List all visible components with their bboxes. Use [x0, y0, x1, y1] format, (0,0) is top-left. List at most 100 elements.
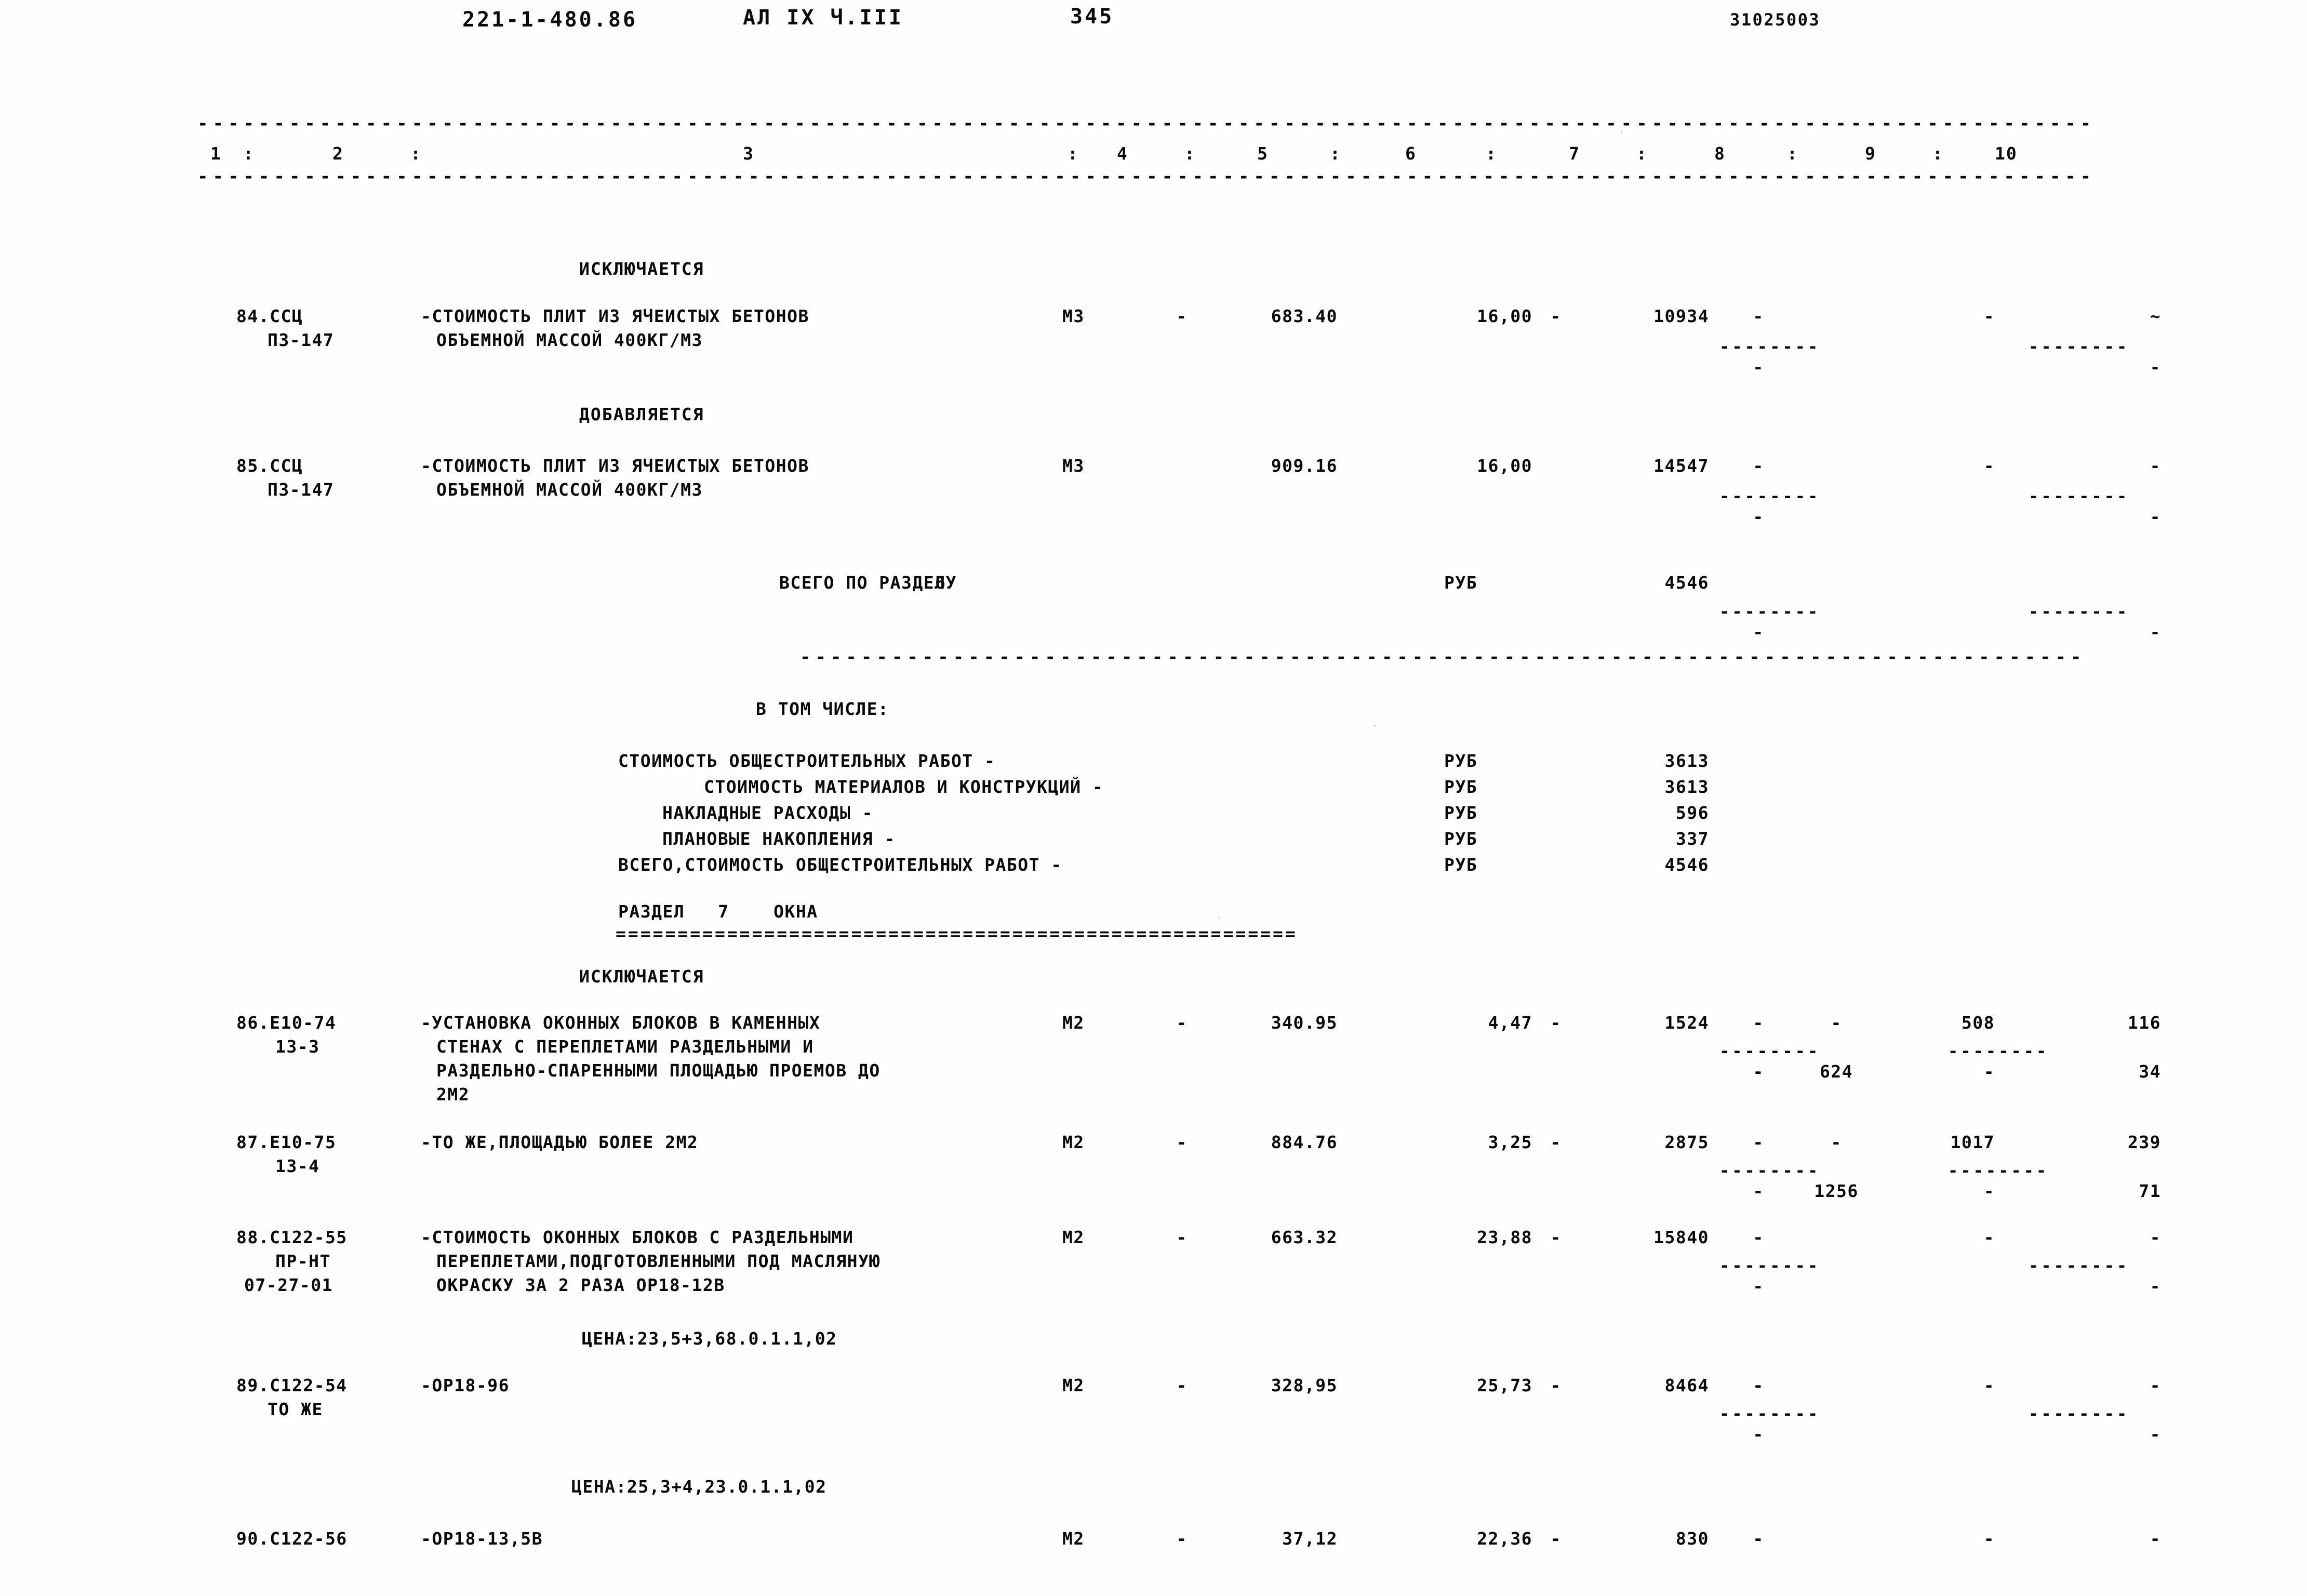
row-c8a2-85: - [1753, 507, 1764, 527]
row-c9-90: - [1983, 1528, 1995, 1549]
row-desc-86-l4: 2М2 [436, 1084, 470, 1105]
row-c5-87: 884.76 [1271, 1132, 1338, 1152]
row-desc-87-l1: -ТО ЖЕ,ПЛОЩАДЬЮ БОЛЕЕ 2М2 [421, 1132, 699, 1152]
column-sep-1: : [243, 143, 255, 164]
row-desc-86-l2: СТЕНАХ С ПЕРЕПЛЕТАМИ РАЗДЕЛЬНЫМИ И [436, 1036, 814, 1057]
row-c7-90: 830 [1675, 1528, 1709, 1549]
row-unit-89: М2 [1062, 1375, 1085, 1395]
row-c8a-89: - [1753, 1375, 1764, 1395]
column-header-7: 7 [1569, 143, 1580, 164]
column-header-6: 6 [1405, 143, 1417, 164]
row-code-90: 90.С122-56 [236, 1528, 348, 1549]
column-sep-9: : [1932, 143, 1944, 164]
breakdown-unit-2: РУБ [1444, 803, 1478, 823]
row-underline-10-86: -------- [1948, 1041, 2049, 1061]
row-c7-88: 15840 [1653, 1227, 1709, 1247]
album-label: АЛ IX Ч.III [743, 6, 903, 30]
breakdown-label-1: СТОИМОСТЬ МАТЕРИАЛОВ И КОНСТРУКЦИЙ - [704, 777, 1104, 797]
row-c10-89: - [2150, 1375, 2161, 1395]
breakdown-value-2: 596 [1675, 803, 1709, 823]
scan-speck [1621, 131, 1622, 133]
total-value: 4546 [1664, 573, 1709, 593]
row-c8a-84: - [1753, 306, 1764, 326]
row-underline-10-88: -------- [2029, 1256, 2130, 1275]
scan-speck [1374, 725, 1376, 726]
row-c8a2-86: - [1753, 1061, 1764, 1082]
row-c9-89: - [1983, 1375, 1995, 1395]
row-c10-84: ~ [2150, 306, 2161, 326]
row-price-note-89: ЦЕНА:25,3+4,23.0.1.1,02 [571, 1477, 827, 1497]
row-c102-88: - [2150, 1276, 2161, 1296]
row-c6-87: 3,25 [1488, 1132, 1532, 1152]
row-code2-84: ПЗ-147 [268, 330, 335, 350]
row-desc-85-l1: -СТОИМОСТЬ ПЛИТ ИЗ ЯЧЕИСТЫХ БЕТОНОВ [421, 456, 809, 476]
row-unit-86: М2 [1062, 1013, 1085, 1033]
row-c6dash-87: - [1550, 1132, 1562, 1152]
row-c102-85: - [2150, 507, 2161, 527]
row-c8a-86: - [1753, 1013, 1764, 1033]
row-c5-84: 683.40 [1271, 306, 1338, 326]
total-section-number: 6 [935, 573, 946, 593]
row-underline-10-84: -------- [2029, 337, 2130, 356]
row-c7-84: 10934 [1653, 306, 1709, 326]
row-c4-90: - [1176, 1528, 1188, 1549]
row-desc-84-l1: -СТОИМОСТЬ ПЛИТ ИЗ ЯЧЕИСТЫХ БЕТОНОВ [421, 306, 809, 326]
document-code: 221-1-480.86 [462, 8, 637, 32]
row-underline-8-89: -------- [1719, 1404, 1821, 1424]
row-desc-89-l1: -ОР18-96 [421, 1375, 510, 1395]
row-c102-86: 34 [2139, 1061, 2161, 1082]
row-c8a2-87: - [1753, 1181, 1764, 1201]
table-top-rule: ----------------------------------------… [197, 113, 2088, 134]
column-header-9: 9 [1865, 143, 1876, 164]
row-code2-88: ПР-НТ [275, 1251, 331, 1271]
row-desc-88-l2: ПЕРЕПЛЕТАМИ,ПОДГОТОВЛЕННЫМИ ПОД МАСЛЯНУЮ [436, 1251, 881, 1271]
breakdown-label-2: НАКЛАДНЫЕ РАСХОДЫ - [662, 803, 873, 823]
total-label: ВСЕГО ПО РАЗДЕЛУ [779, 573, 957, 593]
document-right-code: 31025003 [1730, 10, 1821, 30]
row-desc-88-l1: -СТОИМОСТЬ ОКОННЫХ БЛОКОВ С РАЗДЕЛЬНЫМИ [421, 1227, 854, 1247]
row-c8a-85: - [1753, 456, 1764, 476]
section-7-rule: ========================================… [616, 924, 1298, 944]
row-c8a2-88: - [1753, 1276, 1764, 1296]
row-underline-8-86: -------- [1719, 1041, 1821, 1061]
breakdown-label-0: СТОИМОСТЬ ОБЩЕСТРОИТЕЛЬНЫХ РАБОТ - [618, 751, 996, 771]
row-underline-10-89: -------- [2029, 1404, 2130, 1424]
scan-speck [1218, 917, 1220, 919]
row-c92-87: - [1983, 1181, 1995, 1201]
row-underline-8-85: -------- [1719, 486, 1821, 506]
row-code2-87: 13-4 [275, 1156, 320, 1176]
row-c8a2-89: - [1753, 1424, 1764, 1444]
row-unit-84: М3 [1062, 306, 1085, 326]
row-c6-88: 23,88 [1477, 1227, 1532, 1247]
row-c6dash-89: - [1550, 1375, 1562, 1395]
row-c9-85: - [1983, 456, 1995, 476]
row-desc-85-l2: ОБЪЕМНОЙ МАССОЙ 400КГ/М3 [436, 480, 703, 500]
row-c9-86: 508 [1961, 1013, 1995, 1033]
breakdown-unit-1: РУБ [1444, 777, 1478, 797]
row-c8b-86: - [1831, 1013, 1842, 1033]
column-sep-7: : [1636, 143, 1648, 164]
row-unit-90: М2 [1062, 1528, 1085, 1549]
row-desc-84-l2: ОБЪЕМНОЙ МАССОЙ 400КГ/М3 [436, 330, 703, 350]
row-c5-86: 340.95 [1271, 1013, 1338, 1033]
row-underline-8-88: -------- [1719, 1256, 1821, 1275]
row-c6dash-84: - [1550, 306, 1562, 326]
column-header-4: 4 [1117, 143, 1128, 164]
row-c8b2-87: 1256 [1814, 1181, 1859, 1201]
column-sep-3: : [1068, 143, 1079, 164]
row-code-84: 84.ССЦ [236, 306, 303, 326]
row-c6dash-86: - [1550, 1013, 1562, 1033]
table-header-rule: ----------------------------------------… [197, 166, 2088, 187]
row-c5-90: 37,12 [1282, 1528, 1338, 1549]
column-sep-5: : [1330, 143, 1341, 164]
total-underline-8: -------- [1719, 602, 1821, 621]
row-c6-86: 4,47 [1488, 1013, 1532, 1033]
row-c8a-90: - [1753, 1528, 1764, 1549]
total-dash-10: - [2150, 622, 2161, 642]
row-c8a2-84: - [1753, 357, 1764, 377]
column-sep-4: : [1184, 143, 1196, 164]
row-c10-85: - [2150, 456, 2161, 476]
total-underline-10: -------- [2029, 602, 2130, 621]
row-unit-88: М2 [1062, 1227, 1085, 1247]
row-c4-88: - [1176, 1227, 1188, 1247]
